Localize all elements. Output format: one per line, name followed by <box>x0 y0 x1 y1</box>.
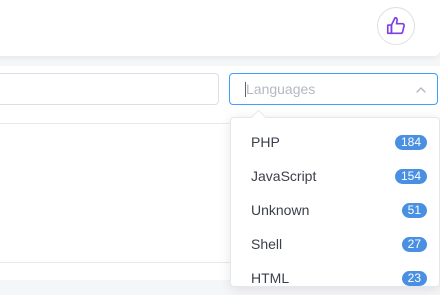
option-count-badge: 51 <box>401 203 427 218</box>
language-option-html[interactable]: HTML 23 <box>231 261 439 295</box>
text-cursor <box>245 82 246 97</box>
header-card <box>0 0 440 56</box>
option-label: Shell <box>251 236 283 252</box>
language-option-unknown[interactable]: Unknown 51 <box>231 193 439 227</box>
divider <box>0 262 230 263</box>
option-label: JavaScript <box>251 168 317 184</box>
chevron-up-icon <box>415 83 427 95</box>
thumbs-up-icon <box>385 15 407 37</box>
option-label: PHP <box>251 134 280 150</box>
languages-placeholder: Languages <box>246 81 316 97</box>
languages-dropdown: PHP 184 JavaScript 154 Unknown 51 Shell … <box>230 109 440 287</box>
option-label: Unknown <box>251 202 310 218</box>
languages-select[interactable]: Languages <box>229 73 438 105</box>
language-option-javascript[interactable]: JavaScript 154 <box>231 159 439 193</box>
option-count-badge: 184 <box>394 135 427 150</box>
language-option-php[interactable]: PHP 184 <box>231 125 439 159</box>
language-option-shell[interactable]: Shell 27 <box>231 227 439 261</box>
option-count-badge: 154 <box>394 169 427 184</box>
like-button[interactable] <box>377 7 415 45</box>
option-label: HTML <box>251 270 290 286</box>
search-input[interactable] <box>0 73 219 105</box>
option-count-badge: 27 <box>401 237 427 252</box>
option-count-badge: 23 <box>401 271 427 286</box>
